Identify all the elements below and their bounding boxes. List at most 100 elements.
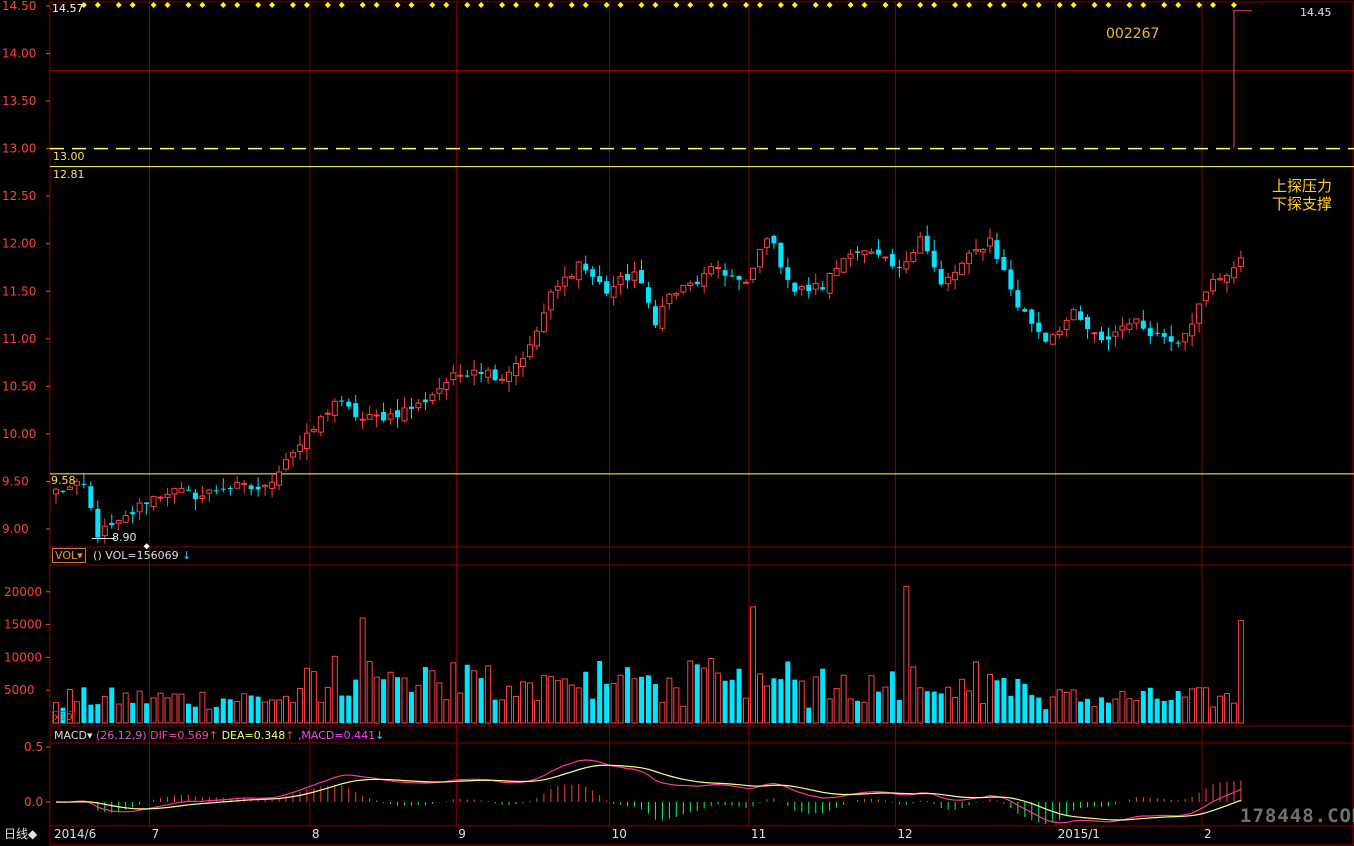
vol-unit-label: x10: [52, 711, 75, 724]
volume-bar: [199, 691, 206, 724]
event-marker: [303, 2, 310, 8]
event-marker: [547, 2, 554, 8]
period-selector[interactable]: 日线◆: [4, 828, 37, 841]
volume-bar: [506, 685, 513, 724]
candle-body: [610, 286, 617, 298]
candle-body: [959, 262, 966, 276]
macd-dif: DIF=0.569: [150, 729, 209, 742]
volume-bar: [178, 693, 185, 724]
volume-bar: [1029, 695, 1035, 723]
xaxis-label: 7: [152, 827, 160, 841]
volume-bar: [513, 695, 520, 724]
candle-body: [583, 263, 589, 271]
volume-bar: [666, 677, 673, 724]
candle-body: [136, 502, 143, 513]
volume-bar: [743, 697, 750, 724]
candle-body: [798, 286, 805, 290]
volume-bar: [171, 693, 178, 724]
level-label-958: 9.58: [51, 474, 76, 487]
volume-bar: [457, 692, 464, 724]
volume-bar: [945, 686, 952, 724]
event-marker: [429, 2, 436, 8]
candle-body: [1223, 274, 1230, 283]
volume-bar: [1099, 697, 1104, 723]
volume-bar: [248, 695, 254, 723]
candle-body: [1196, 303, 1203, 324]
event-marker: [708, 2, 715, 8]
candle-body: [262, 484, 269, 488]
candle-body: [381, 411, 387, 421]
price-tick-label: 12.00: [2, 237, 36, 251]
stock-chart[interactable]: 2014/6 7 8 9 10 11 12 2015/1 2 14.50 14.00 13.50 13.…: [0, 0, 1354, 846]
candle-body: [1008, 269, 1014, 290]
macd-params: (26,12,9): [96, 729, 147, 742]
volume-bar: [366, 660, 373, 724]
candle-body: [353, 403, 359, 418]
candle-body: [575, 261, 582, 281]
macd-tick-label: 0.0: [24, 795, 43, 809]
candle-body: [625, 273, 631, 281]
volume-bar: [206, 708, 213, 724]
period-label: 日线: [4, 827, 29, 841]
event-marker: [896, 2, 903, 8]
candle-body: [1119, 325, 1126, 331]
vol-selector[interactable]: VOL▾: [52, 548, 86, 563]
volume-bar: [910, 666, 917, 724]
volume-bar: [903, 586, 910, 724]
annotation-support: 下探支撑: [1272, 195, 1333, 213]
candle-body: [1049, 334, 1056, 345]
candle-body: [192, 492, 198, 500]
candle-body: [840, 258, 847, 273]
volume-bar: [289, 702, 296, 724]
event-marker: [743, 2, 750, 8]
volume-bar: [924, 691, 930, 723]
volume-bar: [597, 661, 603, 723]
event-marker: [812, 2, 819, 8]
macd-selector[interactable]: MACD▾: [54, 729, 93, 742]
price-tick-label: 14.00: [2, 47, 36, 61]
volume-bar: [952, 697, 959, 724]
candle-body: [331, 400, 338, 416]
volume-bar: [631, 678, 638, 724]
candle-body: [206, 489, 213, 494]
candle-body: [638, 270, 644, 284]
volume-bar: [652, 683, 658, 723]
macd-selector-label: MACD: [54, 729, 87, 742]
volume-bar: [395, 677, 401, 723]
candle-body: [422, 399, 428, 403]
candle-body: [750, 267, 756, 280]
volume-bar: [353, 679, 359, 723]
event-marker: [1105, 2, 1112, 8]
price-tick-label: 9.00: [2, 522, 29, 536]
event-marker: [499, 2, 506, 8]
candle-body: [855, 251, 861, 253]
volume-bar: [317, 701, 324, 724]
volume-bar: [1056, 689, 1063, 724]
event-marker: [861, 2, 868, 8]
candle-body: [868, 251, 875, 254]
candle-body: [53, 488, 59, 495]
volume-bar: [610, 682, 617, 724]
volume-bar: [81, 687, 87, 723]
event-marker: [129, 2, 136, 8]
event-marker: [603, 2, 610, 8]
volume-bar: [241, 693, 248, 724]
low-price-label: 8.90: [112, 531, 137, 544]
volume-bar: [847, 698, 854, 724]
candle-body: [973, 249, 980, 252]
volume-bar: [1210, 706, 1217, 724]
candle-body: [144, 502, 150, 504]
vol-tick-label: 5000: [4, 683, 35, 697]
dropdown-icon: ▾: [77, 549, 83, 562]
xaxis-label: 8: [312, 827, 320, 841]
volume-bar: [478, 678, 484, 723]
candle-body: [415, 402, 422, 409]
event-marker: [1126, 2, 1133, 8]
volume-bar: [1112, 698, 1119, 724]
volume-bar: [861, 701, 868, 724]
event-marker: [464, 2, 471, 8]
candle-body: [289, 452, 296, 458]
volume-bar: [331, 655, 338, 724]
candle-body: [756, 248, 763, 268]
volume-bar: [450, 662, 457, 724]
